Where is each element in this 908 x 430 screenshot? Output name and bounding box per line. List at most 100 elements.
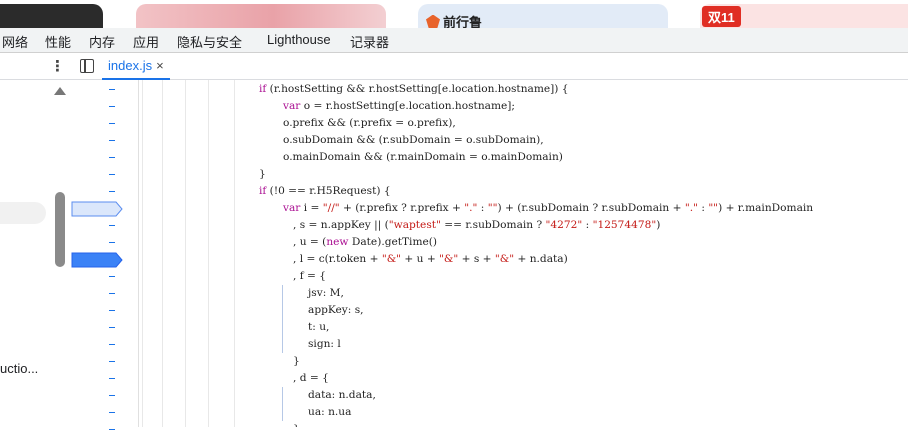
gutter-line-marker[interactable] bbox=[109, 242, 115, 243]
browser-tile-pink[interactable] bbox=[136, 4, 386, 28]
code-token: }; bbox=[293, 423, 303, 427]
code-line[interactable]: } bbox=[259, 166, 266, 183]
code-token: o.mainDomain && (r.mainDomain = o.mainDo… bbox=[283, 151, 563, 163]
gutter-line-marker[interactable] bbox=[109, 412, 115, 413]
code-line[interactable]: , d = { bbox=[293, 370, 329, 387]
close-icon[interactable]: × bbox=[156, 58, 164, 73]
code-token: appKey: s, bbox=[308, 304, 364, 316]
code-token: } bbox=[259, 168, 266, 180]
code-string: "&" bbox=[381, 253, 402, 265]
code-token: ) + r.mainDomain bbox=[718, 202, 814, 214]
promo-badge: 双11 bbox=[702, 6, 741, 27]
toggle-navigator-icon[interactable] bbox=[80, 59, 94, 73]
gutter-line-marker[interactable] bbox=[109, 89, 115, 90]
gutter-line-marker[interactable] bbox=[109, 378, 115, 379]
tab-application[interactable]: 应用 bbox=[133, 32, 159, 51]
code-string: "waptest" bbox=[388, 219, 441, 231]
tab-network[interactable]: 网络 bbox=[2, 32, 28, 51]
code-token: , u = ( bbox=[293, 236, 327, 248]
tab-lighthouse[interactable]: Lighthouse bbox=[267, 32, 331, 47]
code-line[interactable]: o.prefix && (r.prefix = o.prefix), bbox=[283, 115, 456, 132]
code-token: + u + bbox=[401, 253, 440, 265]
gutter-line-marker[interactable] bbox=[109, 310, 115, 311]
code-line[interactable]: o.mainDomain && (r.mainDomain = o.mainDo… bbox=[283, 149, 563, 166]
code-token: : bbox=[698, 202, 709, 214]
code-token: + s + bbox=[458, 253, 495, 265]
gutter-line-marker[interactable] bbox=[109, 293, 115, 294]
code-editor[interactable]: if (r.hostSetting && r.hostSetting[e.loc… bbox=[139, 80, 908, 427]
code-line[interactable]: t: u, bbox=[308, 319, 329, 336]
code-line[interactable]: var o = r.hostSetting[e.location.hostnam… bbox=[283, 98, 515, 115]
code-token: ua: n.ua bbox=[308, 406, 352, 418]
navigator-selected-item[interactable] bbox=[0, 202, 46, 224]
code-string: "." bbox=[464, 202, 478, 214]
code-token: + n.data) bbox=[514, 253, 568, 265]
code-line[interactable]: o.subDomain && (r.subDomain = o.subDomai… bbox=[283, 132, 544, 149]
file-tab-index-js[interactable]: index.js × bbox=[102, 53, 170, 80]
code-line[interactable]: sign: l bbox=[308, 336, 341, 353]
code-line[interactable]: } bbox=[293, 353, 300, 370]
code-token: == r.subDomain ? bbox=[440, 219, 546, 231]
code-line[interactable]: , f = { bbox=[293, 268, 326, 285]
gutter-line-marker[interactable] bbox=[109, 123, 115, 124]
breakpoint-active-marker[interactable] bbox=[71, 252, 123, 268]
tab-performance[interactable]: 性能 bbox=[45, 32, 71, 51]
indent-guide bbox=[142, 80, 143, 427]
indent-guide bbox=[234, 80, 235, 427]
code-line[interactable]: }; bbox=[293, 421, 303, 427]
brand-text: 前行鲁 bbox=[443, 15, 483, 28]
file-tab-label: index.js bbox=[108, 58, 153, 73]
code-line[interactable]: data: n.data, bbox=[308, 387, 376, 404]
code-token: : bbox=[582, 219, 593, 231]
tab-recorder[interactable]: 记录器 bbox=[350, 32, 389, 51]
gutter-line-marker[interactable] bbox=[109, 276, 115, 277]
more-options-icon[interactable]: ⋮ bbox=[50, 57, 65, 75]
code-token: ) + (r.subDomain ? r.subDomain + bbox=[497, 202, 685, 214]
gutter-line-marker[interactable] bbox=[109, 395, 115, 396]
code-line[interactable]: ua: n.ua bbox=[308, 404, 351, 421]
browser-tile-dark[interactable] bbox=[0, 4, 103, 28]
code-token: } bbox=[293, 355, 300, 367]
gutter-line-marker[interactable] bbox=[109, 157, 115, 158]
scroll-up-icon[interactable] bbox=[54, 87, 66, 95]
code-line[interactable]: , l = c(r.token + "&" + u + "&" + s + "&… bbox=[293, 251, 568, 268]
code-string: "12574478" bbox=[592, 219, 657, 231]
code-line[interactable]: , u = (new Date).getTime() bbox=[293, 234, 437, 251]
code-line[interactable]: if (!0 == r.H5Request) { bbox=[259, 183, 391, 200]
code-token: data: n.data, bbox=[308, 389, 376, 401]
breakpoint-inactive-marker[interactable] bbox=[71, 201, 123, 217]
code-token: , f = { bbox=[293, 270, 327, 282]
code-token: sign: l bbox=[308, 338, 341, 350]
gutter-line-marker[interactable] bbox=[109, 327, 115, 328]
code-token: t: u, bbox=[308, 321, 330, 333]
tab-memory[interactable]: 内存 bbox=[89, 32, 115, 51]
gutter-line-marker[interactable] bbox=[109, 140, 115, 141]
code-token: , s = n.appKey || ( bbox=[293, 219, 389, 231]
code-string: "." bbox=[684, 202, 698, 214]
code-string: "" bbox=[708, 202, 719, 214]
code-token: i = bbox=[300, 202, 323, 214]
line-gutter[interactable] bbox=[70, 80, 139, 430]
devtools-tab-bar: 网络 性能 内存 应用 隐私与安全 Lighthouse 记录器 bbox=[0, 28, 908, 53]
code-line[interactable]: , s = n.appKey || ("waptest" == r.subDom… bbox=[293, 217, 660, 234]
code-line[interactable]: if (r.hostSetting && r.hostSetting[e.loc… bbox=[259, 81, 569, 98]
code-string: "&" bbox=[494, 253, 515, 265]
gutter-line-marker[interactable] bbox=[109, 191, 115, 192]
code-line[interactable]: appKey: s, bbox=[308, 302, 364, 319]
browser-tab-strip: 前行鲁 双11 bbox=[0, 0, 908, 28]
navigator-item-label[interactable]: uctio... bbox=[0, 361, 38, 376]
code-line[interactable]: jsv: M, bbox=[308, 285, 344, 302]
gutter-line-marker[interactable] bbox=[109, 361, 115, 362]
editor-file-bar: ⋮ index.js × bbox=[0, 53, 908, 80]
code-string: "" bbox=[487, 202, 498, 214]
brand-logo: 前行鲁 bbox=[426, 12, 482, 28]
gutter-line-marker[interactable] bbox=[109, 106, 115, 107]
indent-guide bbox=[208, 80, 209, 427]
navigator-scrollbar-thumb[interactable] bbox=[55, 192, 65, 267]
gutter-line-marker[interactable] bbox=[109, 225, 115, 226]
gutter-line-marker[interactable] bbox=[109, 174, 115, 175]
code-line[interactable]: var i = "//" + (r.prefix ? r.prefix + ".… bbox=[283, 200, 813, 217]
gutter-line-marker[interactable] bbox=[109, 344, 115, 345]
brand-mark-icon bbox=[426, 14, 440, 28]
tab-privacy-security[interactable]: 隐私与安全 bbox=[177, 32, 242, 51]
